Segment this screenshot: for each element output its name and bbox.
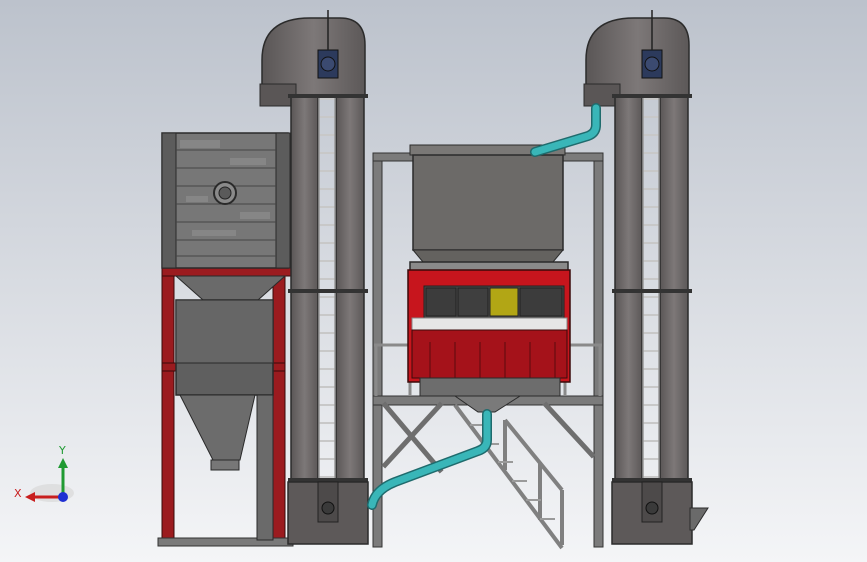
y-axis-label: Y (58, 444, 66, 457)
red-frame-leg-left (161, 269, 175, 546)
right-motor-hub (644, 56, 660, 72)
storage-box-upper (175, 299, 274, 364)
left-elevator-trunk-left (290, 94, 319, 496)
right-elevator-trunk-left (614, 94, 643, 496)
right-boot-pulley (645, 501, 659, 515)
right-elevator-head (585, 17, 690, 96)
x-axis-label: X (14, 487, 22, 500)
right-elevator-ladder (643, 95, 659, 495)
dryer-inlet-port-inner (218, 186, 232, 200)
right-elevator-trunk-right (659, 94, 689, 496)
left-motor-hub (320, 56, 336, 72)
dryer-left-rib (161, 132, 177, 269)
sorter-white-band (411, 317, 568, 331)
hopper-body (412, 154, 564, 251)
cad-viewport[interactable]: Y X (0, 0, 867, 562)
sorter-chute-block (411, 329, 568, 379)
red-frame-leg-mid (272, 269, 286, 546)
sorter-panel-2 (457, 287, 489, 317)
left-elevator-ladder (319, 95, 335, 495)
sorter-panel-4 (519, 287, 563, 317)
z-axis-dot (58, 492, 68, 502)
dryer-right-rib (275, 132, 291, 269)
center-feed-hopper[interactable] (409, 144, 566, 263)
sorter-panel-1 (425, 287, 457, 317)
plant-assembly-drawing[interactable]: Y X (0, 0, 867, 562)
storage-outlet (210, 459, 240, 471)
hopper-cone (411, 249, 565, 263)
storage-chute (256, 394, 274, 541)
left-elevator-head (261, 17, 366, 96)
left-boot-pulley (321, 501, 335, 515)
left-elevator-trunk-right (335, 94, 365, 496)
sorter-base (419, 377, 561, 397)
sorter-panel-yellow (489, 287, 519, 317)
color-sorter-machine[interactable] (407, 261, 571, 413)
